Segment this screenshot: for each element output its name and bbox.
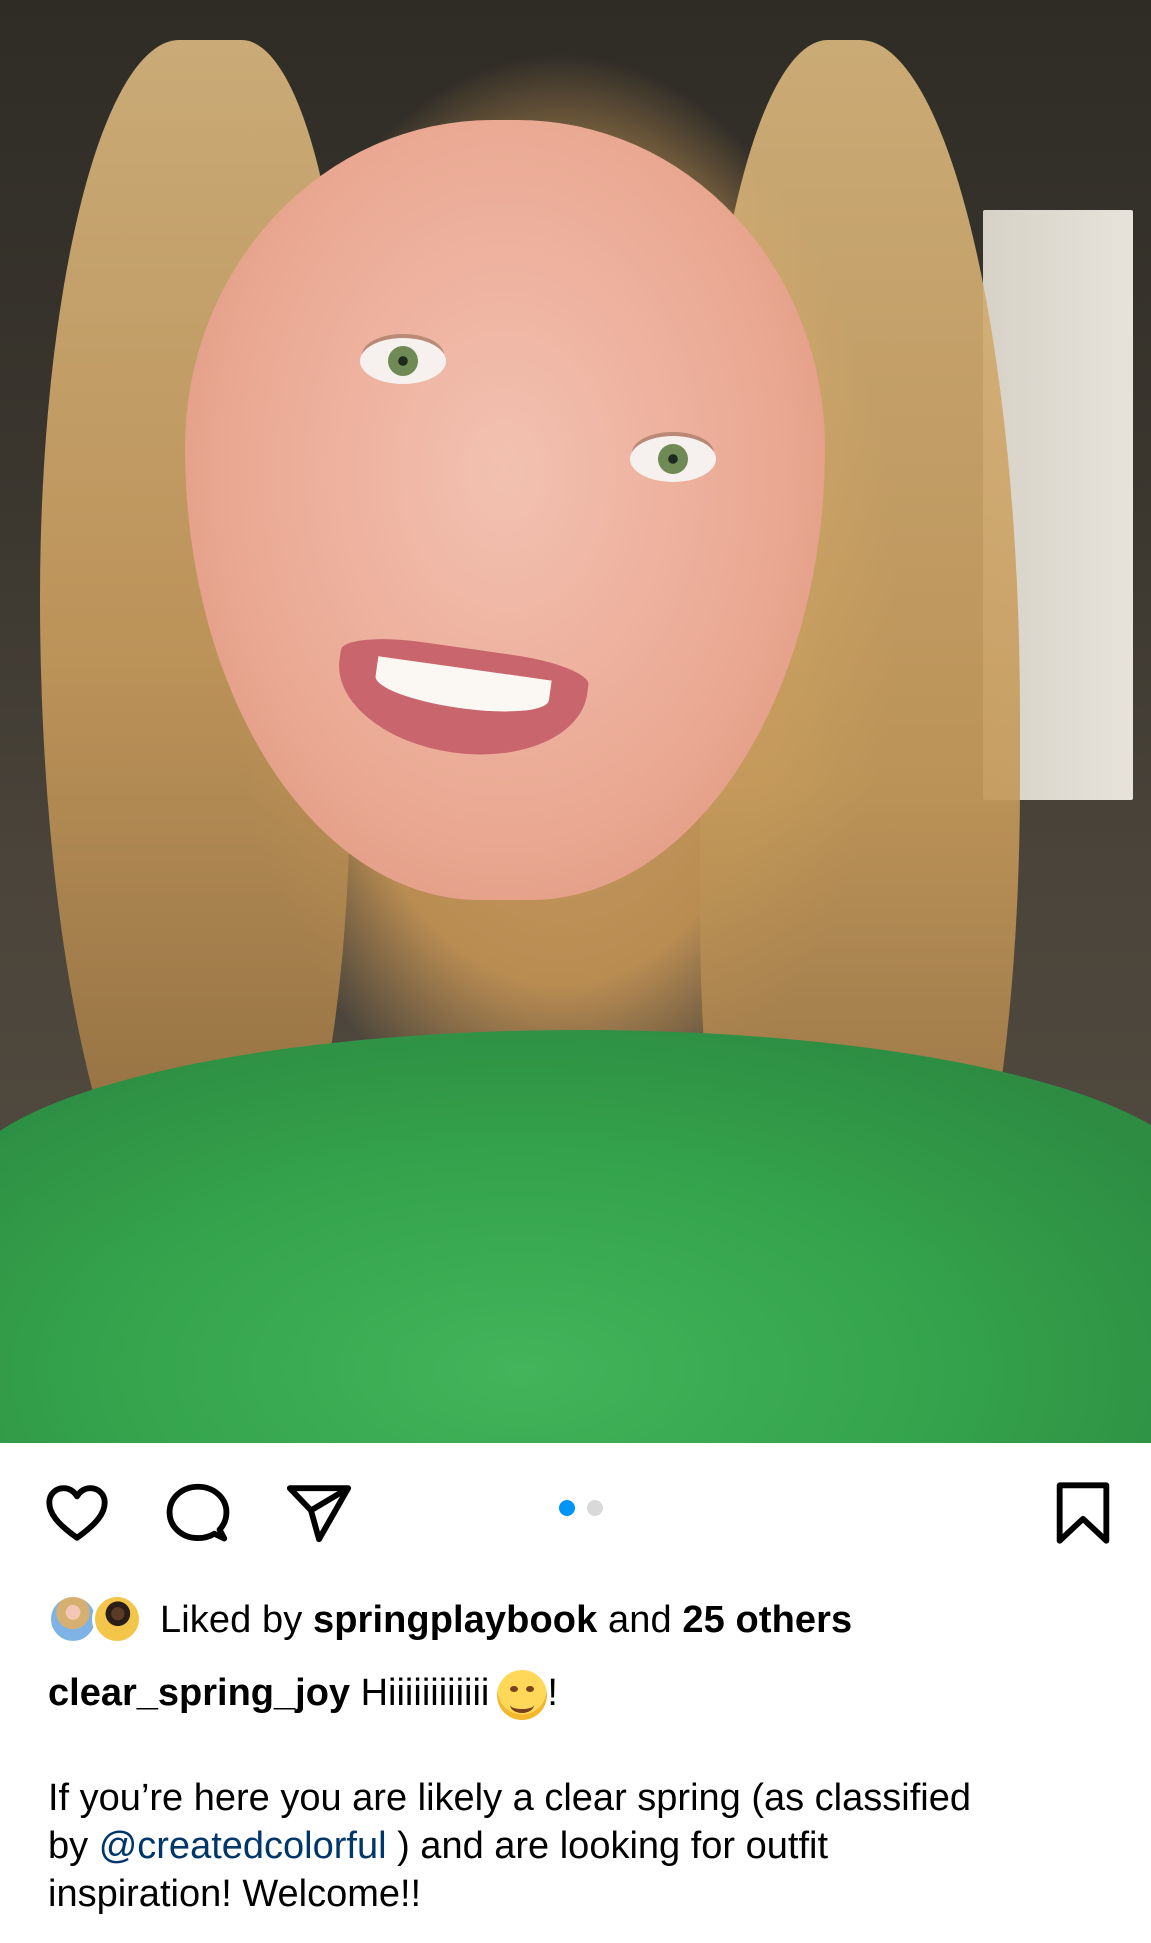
eye-left <box>360 338 446 384</box>
caption-first-line: clear_spring_joy Hiiiiiiiiiiii! <box>48 1665 1108 1721</box>
green-shirt <box>0 1030 1151 1443</box>
liked-by-prefix: Liked by <box>160 1598 303 1641</box>
carousel-dot <box>587 1500 603 1516</box>
carousel-dot-active <box>559 1500 575 1516</box>
caption-body: If you’re here you are likely a clear sp… <box>48 1774 1128 1918</box>
avatar <box>92 1594 142 1644</box>
liked-by-avatars <box>48 1592 148 1648</box>
comment-icon <box>166 1483 230 1542</box>
comment-button[interactable] <box>161 1478 235 1548</box>
caption-by: by <box>48 1825 89 1867</box>
smiling-face-emoji <box>497 1669 548 1720</box>
share-button[interactable] <box>282 1478 356 1548</box>
avatar <box>48 1594 98 1644</box>
liked-by-count-link[interactable]: 25 others <box>682 1599 852 1641</box>
liked-by-user-link[interactable]: springplaybook <box>313 1599 597 1641</box>
save-button[interactable] <box>1046 1478 1120 1548</box>
likes-text: Liked by springplaybook and 25 others <box>160 1599 852 1642</box>
like-button[interactable] <box>40 1478 114 1548</box>
caption-body-line3: inspiration! Welcome!! <box>48 1873 422 1915</box>
mention-link[interactable]: @createdcolorful <box>99 1825 387 1867</box>
carousel-indicator <box>559 1498 603 1518</box>
share-icon <box>286 1485 352 1543</box>
likes-summary[interactable]: Liked by springplaybook and 25 others <box>48 1592 852 1648</box>
caption-text-suffix: ! <box>547 1672 558 1714</box>
eye-right <box>630 436 716 482</box>
bookmark-icon <box>1056 1482 1110 1544</box>
caption-body-line1: If you’re here you are likely a clear sp… <box>48 1777 971 1819</box>
heart-icon <box>46 1485 108 1541</box>
caption-body-line2: by @createdcolorful ) and are looking fo… <box>48 1822 1128 1870</box>
caption-text: Hiiiiiiiiiiii <box>360 1672 490 1714</box>
post-photo[interactable] <box>0 0 1151 1443</box>
liked-by-and: and <box>608 1598 672 1641</box>
caption-username-link[interactable]: clear_spring_joy <box>48 1672 350 1714</box>
caption-body-line2-rest: ) and are looking for outfit <box>397 1825 829 1867</box>
